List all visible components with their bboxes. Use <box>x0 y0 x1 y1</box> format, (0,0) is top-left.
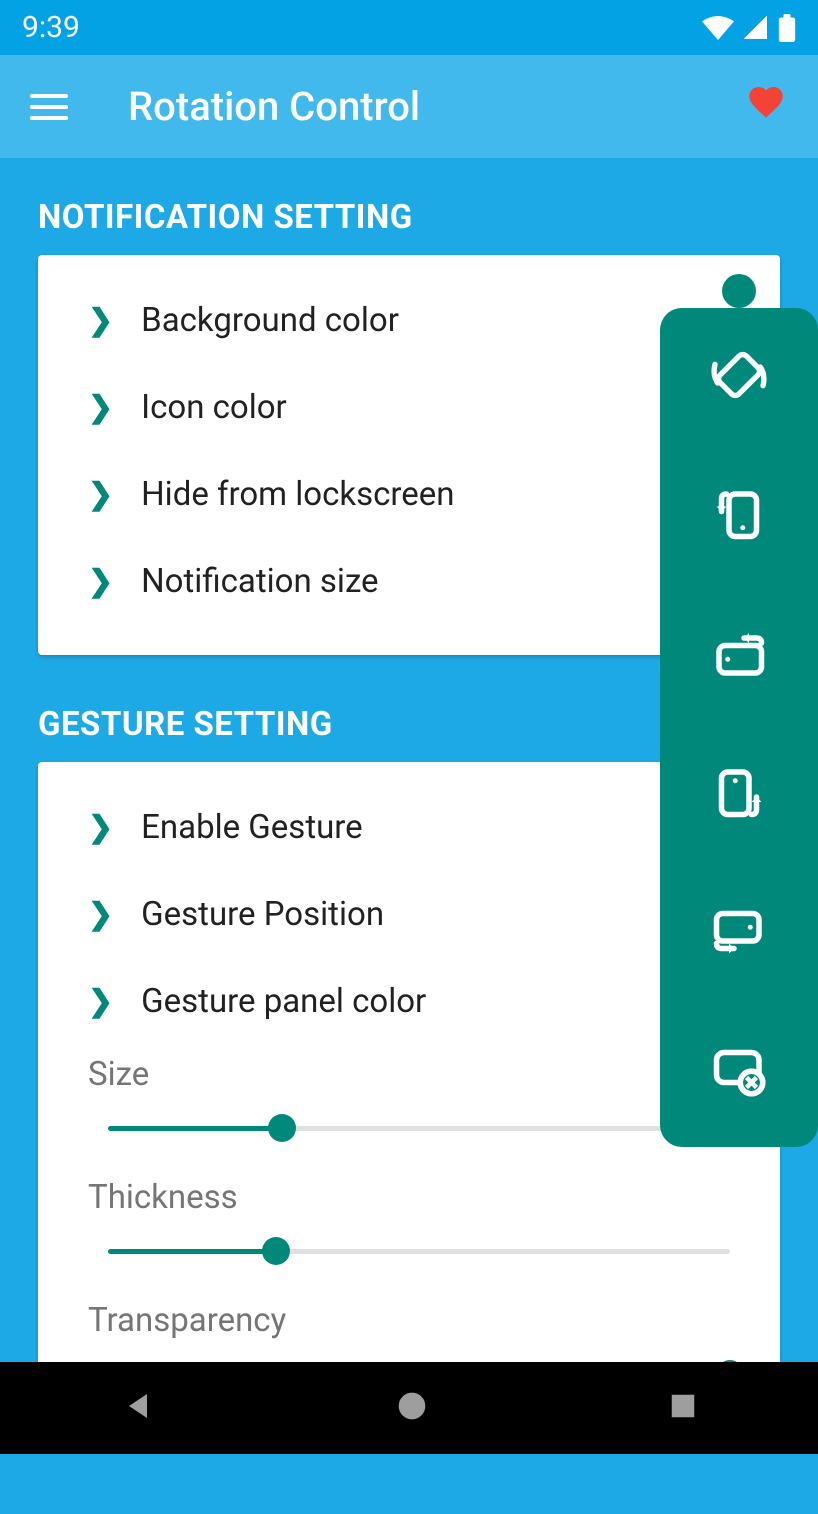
recent-apps-button[interactable] <box>668 1391 698 1425</box>
rotate-landscape-down-button[interactable] <box>707 899 771 963</box>
slider-label: Size <box>88 1055 730 1094</box>
slider-label: Transparency <box>88 1301 730 1340</box>
slider-label: Thickness <box>88 1178 730 1217</box>
favorite-button[interactable] <box>744 82 788 132</box>
status-time: 9:39 <box>22 10 80 45</box>
app-bar: Rotation Control <box>0 55 818 158</box>
status-icons <box>702 14 796 42</box>
rotate-landscape-forward-button[interactable] <box>707 621 771 685</box>
rotate-portrait-button[interactable] <box>707 482 771 546</box>
thickness-slider[interactable] <box>88 1231 730 1271</box>
wifi-icon <box>702 16 734 40</box>
status-bar: 9:39 <box>0 0 818 55</box>
chevron-right-icon: ❯ <box>88 477 113 512</box>
chevron-right-icon: ❯ <box>88 810 113 845</box>
battery-icon <box>778 14 796 42</box>
list-item-label: Background color <box>141 301 399 340</box>
rotation-lock-off-button[interactable] <box>707 1038 771 1102</box>
list-item-label: Gesture panel color <box>141 982 426 1021</box>
chevron-right-icon: ❯ <box>88 984 113 1019</box>
cell-signal-icon <box>742 16 770 40</box>
list-item-label: Enable Gesture <box>141 808 363 847</box>
home-button[interactable] <box>396 1390 428 1426</box>
panel-handle[interactable] <box>722 274 756 308</box>
rotation-floating-panel[interactable] <box>660 308 818 1147</box>
chevron-right-icon: ❯ <box>88 390 113 425</box>
list-item-label: Gesture Position <box>141 895 384 934</box>
chevron-right-icon: ❯ <box>88 897 113 932</box>
list-item-label: Icon color <box>141 388 287 427</box>
rotate-portrait-reverse-button[interactable] <box>707 760 771 824</box>
navigation-bar <box>0 1362 818 1454</box>
notification-section-title: NOTIFICATION SETTING <box>38 198 780 237</box>
list-item-label: Hide from lockscreen <box>141 475 454 514</box>
back-button[interactable] <box>120 1388 156 1428</box>
size-slider[interactable] <box>88 1108 730 1148</box>
menu-button[interactable] <box>30 94 68 120</box>
app-title: Rotation Control <box>128 83 684 130</box>
auto-rotate-button[interactable] <box>707 343 771 407</box>
list-item-label: Notification size <box>141 562 378 601</box>
thickness-slider-row: Thickness <box>38 1168 780 1291</box>
chevron-right-icon: ❯ <box>88 303 113 338</box>
chevron-right-icon: ❯ <box>88 564 113 599</box>
